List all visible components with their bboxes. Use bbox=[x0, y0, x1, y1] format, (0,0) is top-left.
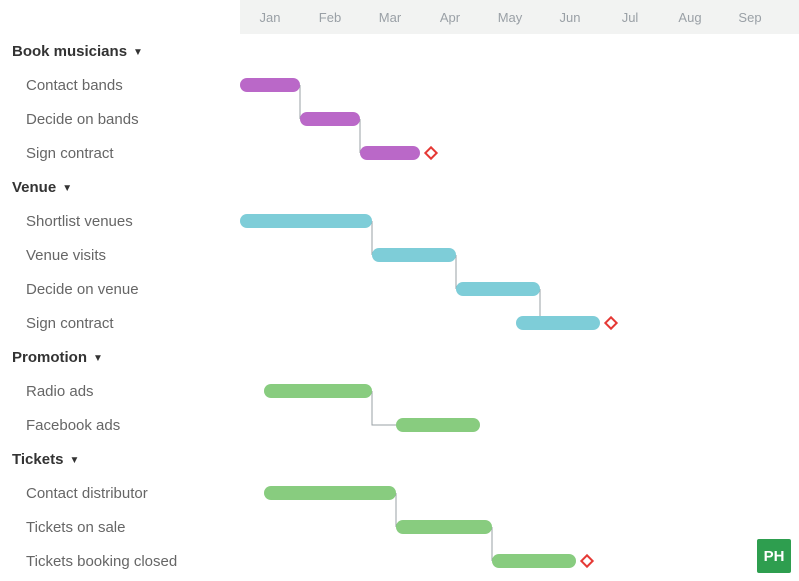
group-header[interactable]: Venue ▼ bbox=[12, 170, 240, 204]
gantt-bar[interactable] bbox=[360, 146, 420, 160]
chart-area bbox=[240, 34, 799, 581]
gantt-bar[interactable] bbox=[264, 486, 396, 500]
month-label: Feb bbox=[300, 10, 360, 25]
task-item[interactable]: Sign contract bbox=[12, 306, 240, 340]
task-item[interactable]: Facebook ads bbox=[12, 408, 240, 442]
caret-down-icon: ▼ bbox=[93, 353, 103, 364]
task-item[interactable]: Contact distributor bbox=[12, 476, 240, 510]
gantt-bar[interactable] bbox=[516, 316, 600, 330]
task-item[interactable]: Contact bands bbox=[12, 68, 240, 102]
gantt-bar[interactable] bbox=[372, 248, 456, 262]
gantt-bar[interactable] bbox=[300, 112, 360, 126]
milestone-icon bbox=[580, 554, 594, 568]
task-item[interactable]: Decide on bands bbox=[12, 102, 240, 136]
group-header[interactable]: Tickets ▼ bbox=[12, 442, 240, 476]
gantt-bar[interactable] bbox=[240, 78, 300, 92]
gantt-bar[interactable] bbox=[240, 214, 372, 228]
group-header[interactable]: Book musicians ▼ bbox=[12, 34, 240, 68]
task-item[interactable]: Tickets on sale bbox=[12, 510, 240, 544]
group-label: Book musicians bbox=[12, 43, 127, 60]
gantt-bar[interactable] bbox=[492, 554, 576, 568]
task-item[interactable]: Tickets booking closed bbox=[12, 544, 240, 578]
task-item[interactable]: Decide on venue bbox=[12, 272, 240, 306]
caret-down-icon: ▼ bbox=[133, 47, 143, 58]
group-label: Promotion bbox=[12, 349, 87, 366]
month-label: Mar bbox=[360, 10, 420, 25]
month-label: May bbox=[480, 10, 540, 25]
task-item[interactable]: Venue visits bbox=[12, 238, 240, 272]
timeline-column: JanFebMarAprMayJunJulAugSep bbox=[240, 0, 799, 581]
task-item[interactable]: Radio ads bbox=[12, 374, 240, 408]
task-item[interactable]: Shortlist venues bbox=[12, 204, 240, 238]
milestone-icon bbox=[604, 316, 618, 330]
gantt-bar[interactable] bbox=[264, 384, 372, 398]
timeline-header: JanFebMarAprMayJunJulAugSep bbox=[240, 0, 799, 34]
group-label: Venue bbox=[12, 179, 56, 196]
gantt-bar[interactable] bbox=[456, 282, 540, 296]
group-header[interactable]: Promotion ▼ bbox=[12, 340, 240, 374]
month-label: Aug bbox=[660, 10, 720, 25]
gantt-bar[interactable] bbox=[396, 418, 480, 432]
milestone-icon bbox=[424, 146, 438, 160]
gantt-bar[interactable] bbox=[396, 520, 492, 534]
task-item[interactable]: Sign contract bbox=[12, 136, 240, 170]
month-label: Jul bbox=[600, 10, 660, 25]
month-label: Jun bbox=[540, 10, 600, 25]
caret-down-icon: ▼ bbox=[62, 183, 72, 194]
task-list-column: Book musicians ▼ Contact bandsDecide on ba… bbox=[0, 0, 240, 581]
month-label: Apr bbox=[420, 10, 480, 25]
month-label: Jan bbox=[240, 10, 300, 25]
gantt-chart: Book musicians ▼ Contact bandsDecide on ba… bbox=[0, 0, 799, 581]
caret-down-icon: ▼ bbox=[69, 455, 79, 466]
group-label: Tickets bbox=[12, 451, 63, 468]
month-label: Sep bbox=[720, 10, 780, 25]
ph-badge[interactable]: PH bbox=[757, 539, 791, 573]
